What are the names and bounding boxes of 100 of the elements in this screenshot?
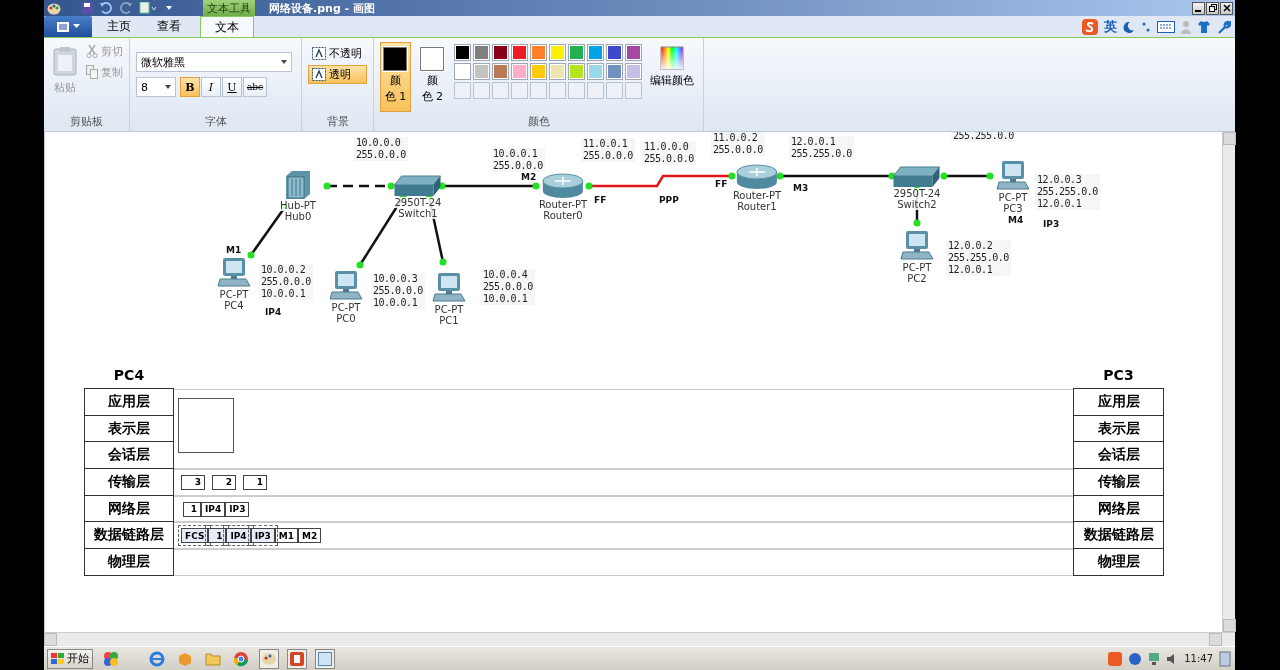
start-button[interactable]: 开始 (47, 648, 93, 669)
device-model: Hub-PT (279, 200, 317, 211)
ime-tray-icon[interactable] (1108, 651, 1123, 666)
ime-language-label[interactable]: 英 (1104, 18, 1117, 36)
computer-icon[interactable] (996, 160, 1030, 192)
custom-color-slot[interactable] (453, 82, 471, 99)
save-icon[interactable] (81, 2, 93, 14)
color-swatch[interactable] (548, 44, 566, 61)
custom-color-slot[interactable] (586, 82, 604, 99)
active-color-button[interactable]: 颜 色 1 (380, 42, 411, 112)
custom-color-slot[interactable] (605, 82, 623, 99)
router-icon[interactable] (735, 164, 779, 190)
color-swatch[interactable] (605, 63, 623, 80)
network-icon[interactable] (1148, 651, 1161, 666)
custom-color-slot[interactable] (567, 82, 585, 99)
custom-color-slot[interactable] (472, 82, 490, 99)
device-name: Switch2 (896, 199, 938, 210)
group-label: 背景 (325, 114, 350, 130)
restore-button[interactable] (1206, 1, 1219, 15)
text-style-button[interactable]: abc (243, 77, 267, 97)
custom-color-slot[interactable] (548, 82, 566, 99)
minimize-button[interactable] (1192, 1, 1205, 15)
color-swatch[interactable] (624, 44, 642, 61)
color-swatch[interactable] (472, 44, 490, 61)
color-swatch[interactable] (510, 63, 528, 80)
dots-icon[interactable] (1141, 21, 1151, 33)
keyboard-icon[interactable] (1157, 21, 1175, 33)
background-option[interactable]: 不透明 (308, 44, 367, 63)
address-text: 255.0.0.0 (356, 149, 406, 161)
document-icon[interactable] (139, 2, 159, 14)
file-menu-button[interactable] (44, 16, 92, 37)
color-swatch[interactable] (624, 63, 642, 80)
text-style-button[interactable]: U (222, 77, 242, 97)
color-swatch[interactable] (548, 63, 566, 80)
custom-color-slot[interactable] (491, 82, 509, 99)
computer-icon[interactable] (900, 230, 934, 262)
annotation-label: M2 (521, 172, 537, 182)
active-color-button[interactable]: 颜 色 2 (416, 42, 448, 112)
close-button[interactable] (1220, 1, 1233, 15)
edit-colors-button[interactable]: 编辑颜色 (647, 42, 697, 114)
packet-field: 1 (243, 474, 267, 490)
color-swatch[interactable] (510, 44, 528, 61)
customize-caret-icon[interactable] (165, 4, 173, 12)
address-text: 255.255.0.0 (948, 252, 1009, 264)
device-name: PC0 (335, 313, 357, 324)
font-family-dropdown[interactable]: 微软雅黑 (136, 52, 292, 72)
ribbon-tab[interactable]: 查看 (146, 16, 192, 37)
router-icon[interactable] (541, 173, 585, 199)
address-text: 255.0.0.0 (373, 285, 423, 297)
color-swatch[interactable] (567, 63, 585, 80)
color-swatch[interactable] (491, 63, 509, 80)
window-icon[interactable] (315, 648, 335, 669)
custom-color-slot[interactable] (624, 82, 642, 99)
custom-color-slot[interactable] (529, 82, 547, 99)
color-swatch[interactable] (529, 63, 547, 80)
wrench-icon[interactable] (1217, 20, 1231, 34)
color-swatch[interactable] (472, 63, 490, 80)
host-title: PC4 (112, 366, 146, 383)
vertical-scrollbar[interactable] (1222, 132, 1235, 632)
custom-color-slot[interactable] (510, 82, 528, 99)
undo-icon[interactable] (99, 2, 113, 14)
device-model: Router-PT (731, 190, 783, 201)
caret-icon (72, 24, 80, 29)
presentation-icon[interactable] (287, 648, 307, 669)
address-text: 10.0.0.2 (261, 264, 307, 276)
hub-icon[interactable] (284, 170, 312, 200)
moon-icon[interactable] (1123, 21, 1135, 33)
ribbon-tab[interactable]: 文本 (200, 16, 254, 37)
computer-icon[interactable] (329, 270, 363, 302)
shirt-icon[interactable] (1197, 20, 1211, 34)
horizontal-scrollbar[interactable] (44, 632, 1235, 646)
device-name: PC1 (438, 315, 460, 326)
context-tab[interactable]: 文本工具 (203, 0, 255, 16)
packet-field: IP3 (225, 501, 250, 517)
redo-icon[interactable] (119, 2, 133, 14)
paint-task-icon[interactable] (259, 648, 279, 669)
color-swatch[interactable] (586, 44, 604, 61)
switch-icon[interactable] (893, 166, 941, 188)
packet-field: 1 (208, 528, 227, 544)
computer-icon[interactable] (432, 272, 466, 304)
background-option[interactable]: 透明 (308, 65, 367, 84)
show-desktop-icon[interactable] (1219, 650, 1231, 667)
address-text: 10.0.0.3 (373, 273, 419, 285)
color-swatch[interactable] (453, 44, 471, 61)
text-style-button[interactable]: I (201, 77, 221, 97)
color-swatch[interactable] (605, 44, 623, 61)
color-swatch[interactable] (491, 44, 509, 61)
font-size-dropdown[interactable]: 8 (136, 77, 176, 97)
computer-icon[interactable] (217, 257, 251, 289)
switch-icon[interactable] (394, 175, 442, 197)
layer-cell: 表示层 (1073, 414, 1164, 443)
color-swatch[interactable] (586, 63, 604, 80)
ribbon-tab[interactable]: 主页 (96, 16, 142, 37)
clock[interactable]: 11:47 (1184, 653, 1213, 664)
text-style-button[interactable]: B (180, 77, 200, 97)
ime-logo-icon[interactable] (1082, 19, 1098, 35)
paint-app-icon[interactable] (47, 1, 61, 15)
color-swatch[interactable] (453, 63, 471, 80)
color-swatch[interactable] (567, 44, 585, 61)
color-swatch[interactable] (529, 44, 547, 61)
